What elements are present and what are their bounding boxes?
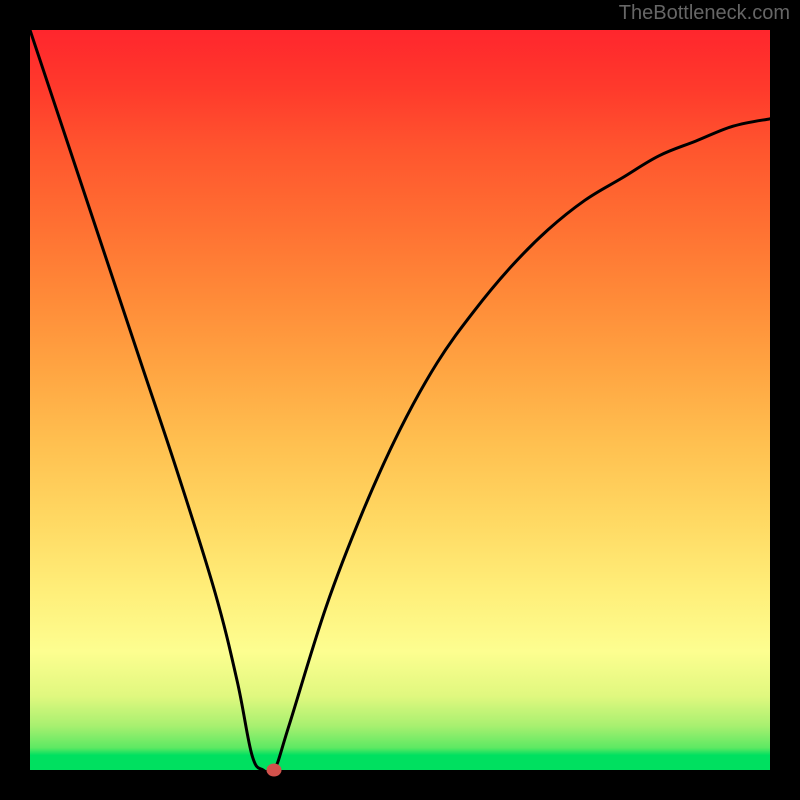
optimal-point-marker bbox=[267, 764, 282, 777]
bottleneck-curve bbox=[30, 30, 770, 770]
chart-frame: TheBottleneck.com bbox=[0, 0, 800, 800]
watermark-text: TheBottleneck.com bbox=[619, 2, 790, 25]
plot-area bbox=[30, 30, 770, 770]
